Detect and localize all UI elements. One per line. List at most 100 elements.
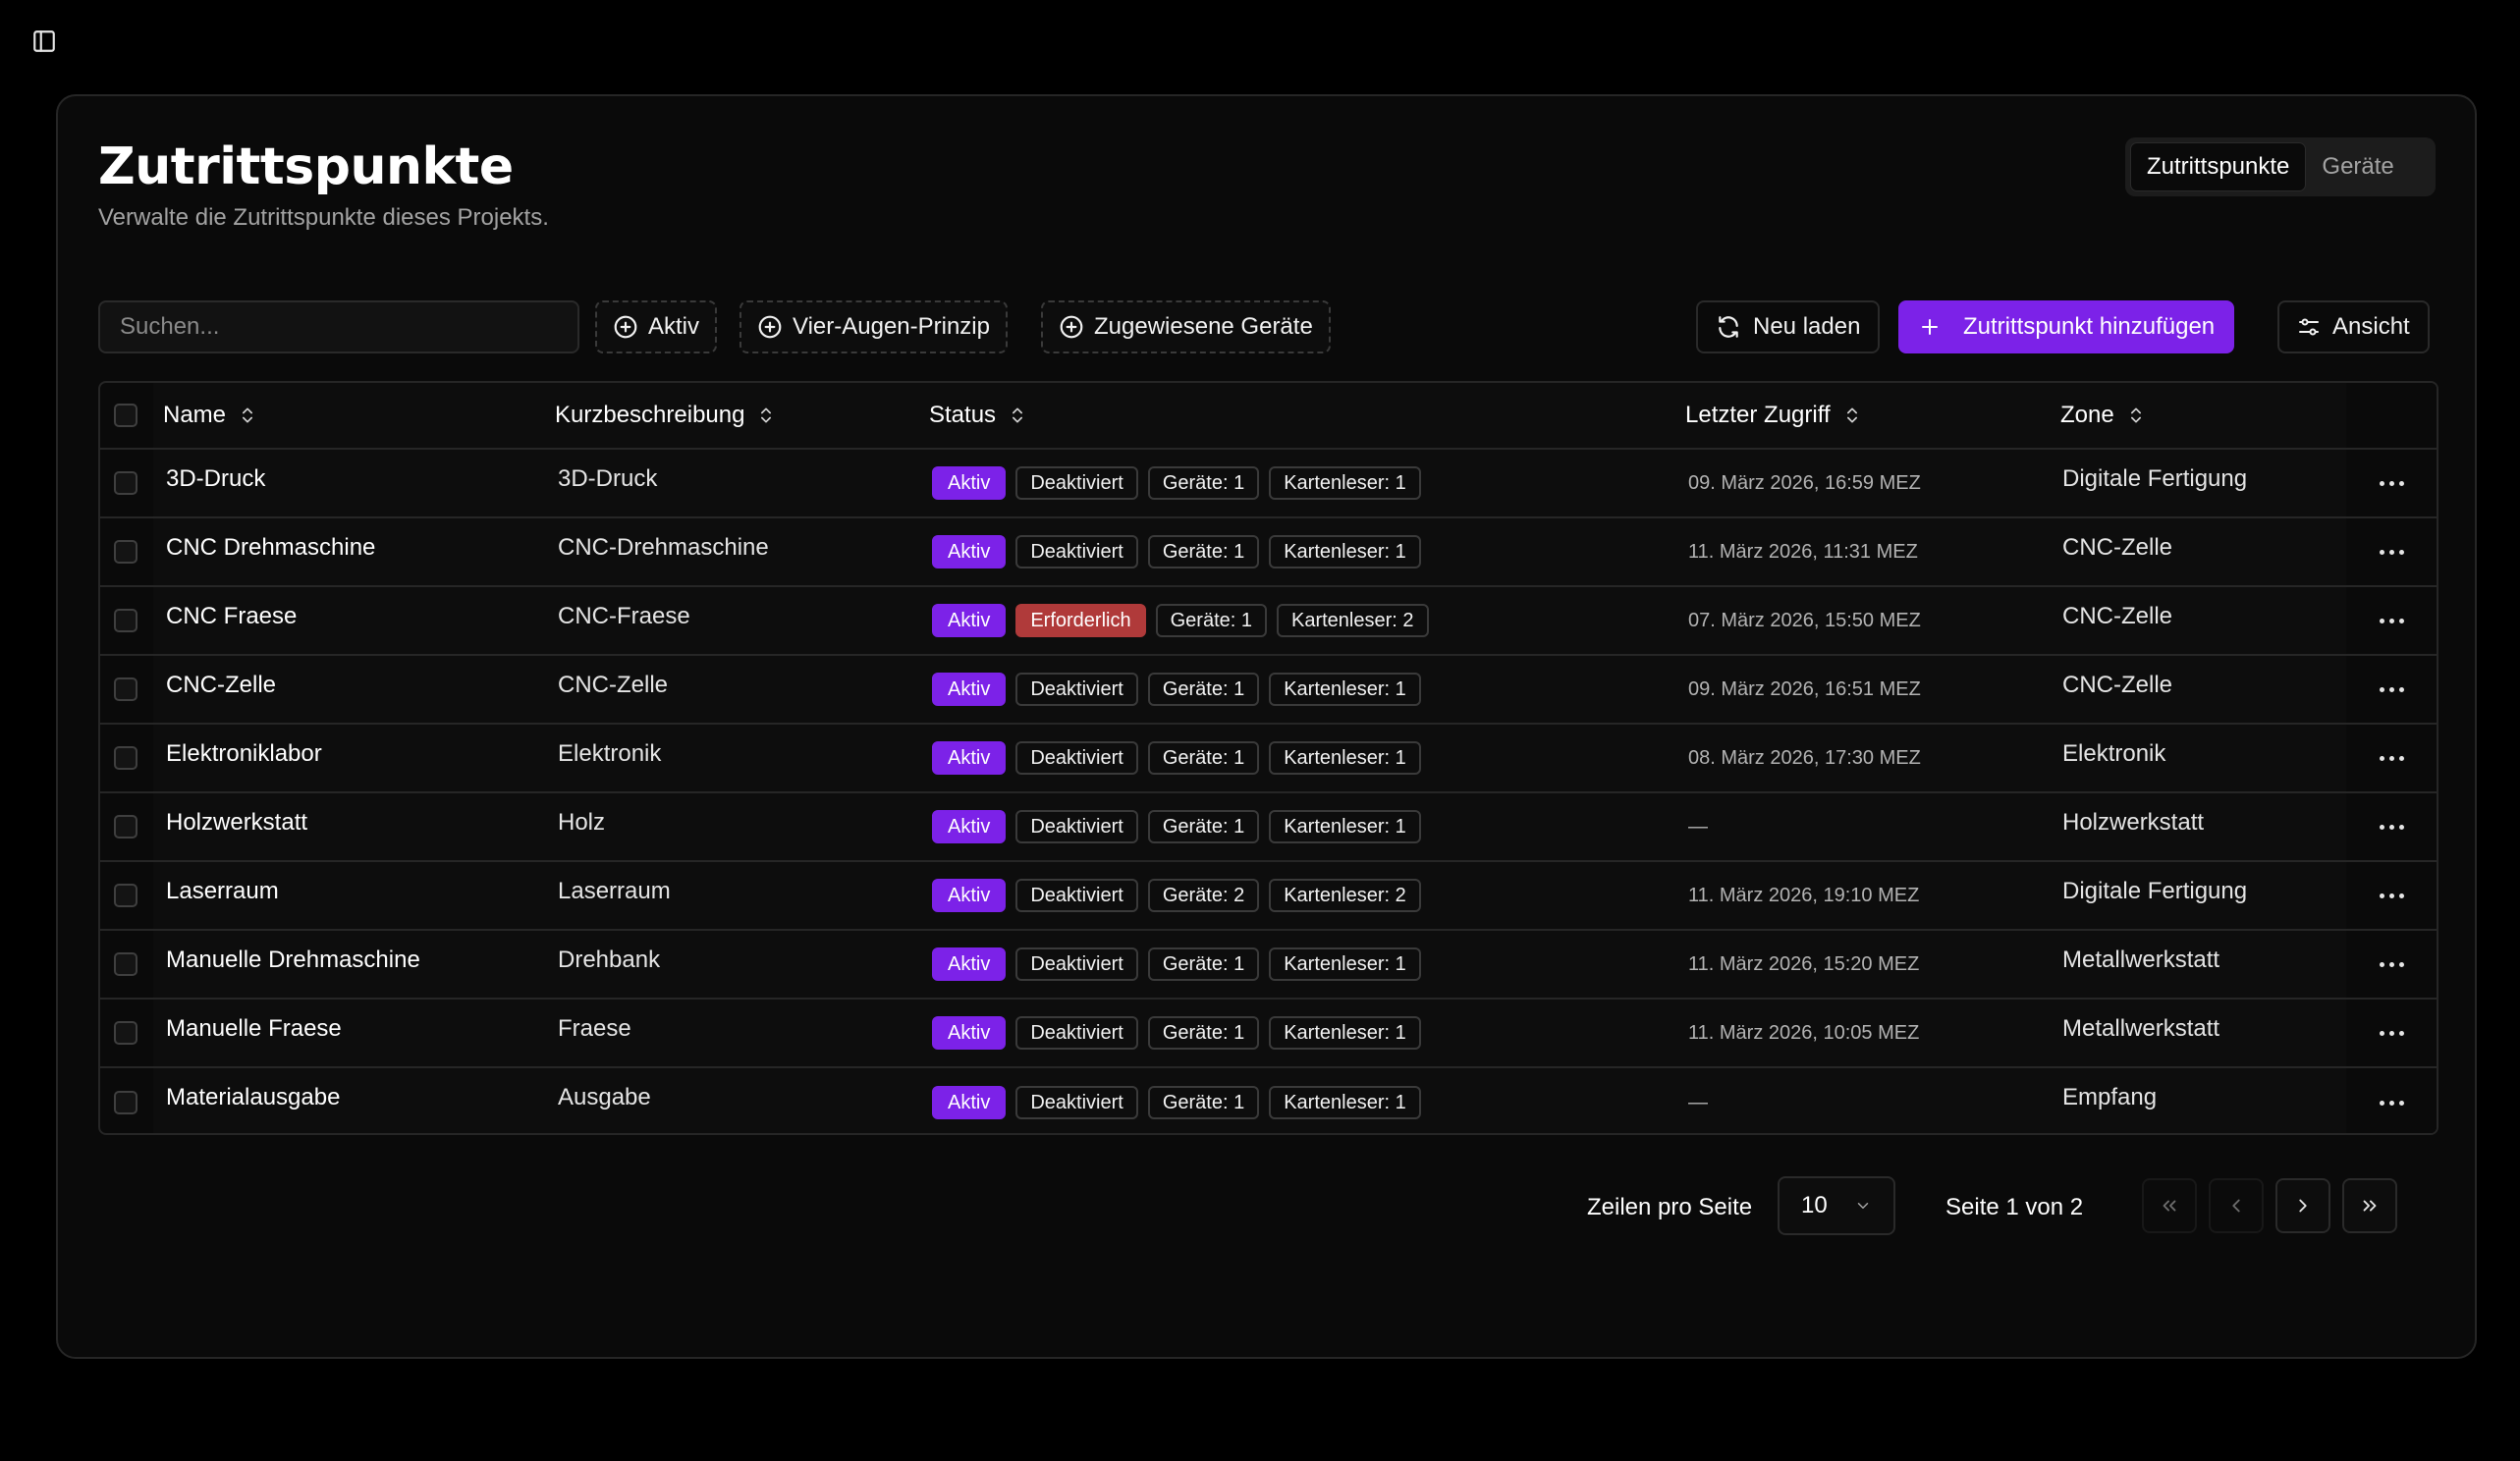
sort-icon	[1013, 407, 1023, 423]
row-checkbox[interactable]	[114, 609, 137, 632]
column-label: Name	[163, 402, 227, 428]
row-zone: Digitale Fertigung	[2062, 465, 2248, 492]
table-row[interactable]: CNC-Zelle CNC-Zelle Aktiv Deaktiviert Geräte…	[100, 656, 2437, 725]
status-badge-devices: Geräte: 1	[1147, 535, 1260, 568]
column-header-status[interactable]: Status	[929, 383, 1027, 448]
add-access-point-button[interactable]: Zutrittspunkt hinzufügen	[1898, 300, 2235, 353]
view-options-button[interactable]: Ansicht	[2277, 300, 2430, 353]
main-card: Zutrittspunkte Verwalte die Zutrittspunk…	[56, 94, 2477, 1359]
row-actions-button[interactable]	[2346, 1000, 2437, 1066]
status-badge-devices: Geräte: 1	[1147, 673, 1260, 706]
row-name: 3D-Druck	[166, 465, 266, 492]
sliders-icon	[2299, 318, 2319, 336]
row-actions-button[interactable]	[2346, 450, 2437, 516]
chevrons-right-icon	[2363, 1200, 2377, 1212]
column-header-zone[interactable]: Zone	[2060, 383, 2146, 448]
previous-page-button[interactable]	[2209, 1178, 2264, 1233]
row-last-access: 11. März 2026, 11:31 MEZ	[1688, 540, 1918, 563]
status-badge-devices: Geräte: 1	[1147, 1086, 1260, 1119]
row-checkbox[interactable]	[114, 471, 137, 495]
row-actions-button[interactable]	[2346, 1068, 2437, 1133]
status-badges: Aktiv Erforderlich Geräte: 1 Kartenleser: 2	[932, 604, 1429, 637]
chevron-left-icon	[2232, 1199, 2240, 1213]
row-description: CNC-Zelle	[558, 672, 669, 698]
row-checkbox[interactable]	[114, 540, 137, 564]
column-header-desc[interactable]: Kurzbeschreibung	[555, 383, 776, 448]
row-description: Drehbank	[558, 947, 661, 973]
tab-geraete[interactable]: Geräte	[2306, 142, 2409, 191]
row-actions-button[interactable]	[2346, 862, 2437, 929]
row-zone: Empfang	[2062, 1084, 2158, 1110]
status-badge-active: Aktiv	[932, 673, 1007, 706]
status-badge-devices: Geräte: 1	[1147, 741, 1260, 775]
row-checkbox[interactable]	[114, 952, 137, 976]
status-badges: Aktiv Deaktiviert Geräte: 1 Kartenleser: 1	[932, 535, 1421, 568]
more-horizontal-icon	[2379, 618, 2404, 623]
reload-button[interactable]: Neu laden	[1696, 300, 1881, 353]
row-checkbox[interactable]	[114, 1021, 137, 1045]
page-subtitle: Verwalte die Zutrittspunkte dieses Proje…	[98, 204, 549, 231]
status-badge-four-eyes: Deaktiviert	[1015, 466, 1138, 500]
status-badge-active: Aktiv	[932, 604, 1007, 637]
row-last-access: 09. März 2026, 16:51 MEZ	[1688, 677, 1921, 700]
status-badge-readers: Kartenleser: 2	[1269, 879, 1421, 912]
select-all-checkbox[interactable]	[114, 404, 137, 427]
status-badge-devices: Geräte: 1	[1147, 947, 1260, 981]
row-checkbox[interactable]	[114, 746, 137, 770]
next-page-button[interactable]	[2275, 1178, 2330, 1233]
row-checkbox[interactable]	[114, 1091, 137, 1114]
column-label: Status	[929, 402, 997, 428]
plus-circle-icon	[758, 315, 782, 339]
more-horizontal-icon	[2379, 1030, 2404, 1036]
table-row[interactable]: Holzwerkstatt Holz Aktiv Deaktiviert Geräte:…	[100, 793, 2437, 862]
row-actions-button[interactable]	[2346, 518, 2437, 585]
more-horizontal-icon	[2379, 824, 2404, 830]
row-actions-button[interactable]	[2346, 793, 2437, 860]
sort-icon	[2130, 407, 2141, 423]
table-row[interactable]: 3D-Druck 3D-Druck Aktiv Deaktiviert Geräte: …	[100, 450, 2437, 518]
pagination: Zeilen pro Seite 10 Seite 1 von 2	[58, 1176, 2475, 1237]
table-row[interactable]: Laserraum Laserraum Aktiv Deaktiviert Geräte…	[100, 862, 2437, 931]
table-row[interactable]: Materialausgabe Ausgabe Aktiv Deaktiviert Ge…	[100, 1068, 2437, 1133]
filter-geraete-button[interactable]: Zugewiesene Geräte	[1041, 300, 1331, 353]
status-badge-devices: Geräte: 1	[1147, 810, 1260, 843]
filter-aktiv-button[interactable]: Aktiv	[595, 300, 718, 353]
column-header-last-access[interactable]: Letzter Zugriff	[1685, 383, 1862, 448]
last-page-button[interactable]	[2342, 1178, 2397, 1233]
chevron-right-icon	[2299, 1199, 2307, 1213]
row-checkbox[interactable]	[114, 884, 137, 907]
search-input[interactable]	[98, 300, 579, 353]
row-actions-button[interactable]	[2346, 725, 2437, 791]
table-row[interactable]: Manuelle Fraese Fraese Aktiv Deaktiviert Ger…	[100, 1000, 2437, 1068]
row-name: CNC Fraese	[166, 603, 298, 629]
column-header-name[interactable]: Name	[163, 383, 257, 448]
sidebar-toggle-button[interactable]	[30, 27, 58, 55]
status-badge-readers: Kartenleser: 2	[1277, 604, 1429, 637]
table-row[interactable]: CNC Drehmaschine CNC-Drehmaschine Aktiv Dea…	[100, 518, 2437, 587]
table-row[interactable]: Elektroniklabor Elektronik Aktiv Deaktivier…	[100, 725, 2437, 793]
row-zone: CNC-Zelle	[2062, 672, 2173, 698]
row-actions-button[interactable]	[2346, 587, 2437, 654]
status-badge-readers: Kartenleser: 1	[1269, 466, 1421, 500]
rows-per-page-select[interactable]: 10	[1778, 1176, 1895, 1235]
row-actions-button[interactable]	[2346, 656, 2437, 723]
page-title: Zutrittspunkte	[98, 137, 514, 196]
filter-vier-augen-button[interactable]: Vier-Augen-Prinzip	[740, 300, 1008, 353]
table-row[interactable]: Manuelle Drehmaschine Drehbank Aktiv Deakti…	[100, 931, 2437, 1000]
tab-zutrittspunkte[interactable]: Zutrittspunkte	[2130, 142, 2307, 191]
refresh-icon	[1719, 316, 1738, 338]
row-last-access: 11. März 2026, 19:10 MEZ	[1688, 884, 1920, 906]
status-badges: Aktiv Deaktiviert Geräte: 1 Kartenleser: 1	[932, 810, 1421, 843]
plus-circle-icon	[1060, 315, 1083, 339]
plus-circle-icon	[614, 315, 637, 339]
row-checkbox[interactable]	[114, 677, 137, 701]
row-description: CNC-Fraese	[558, 603, 690, 629]
row-last-access: 07. März 2026, 15:50 MEZ	[1688, 609, 1921, 631]
status-badge-active: Aktiv	[932, 947, 1007, 981]
table-row[interactable]: CNC Fraese CNC-Fraese Aktiv Erforderlich Ger…	[100, 587, 2437, 656]
row-actions-button[interactable]	[2346, 931, 2437, 998]
status-badge-four-eyes: Deaktiviert	[1015, 535, 1138, 568]
first-page-button[interactable]	[2142, 1178, 2197, 1233]
sort-icon	[243, 407, 253, 423]
row-checkbox[interactable]	[114, 815, 137, 839]
